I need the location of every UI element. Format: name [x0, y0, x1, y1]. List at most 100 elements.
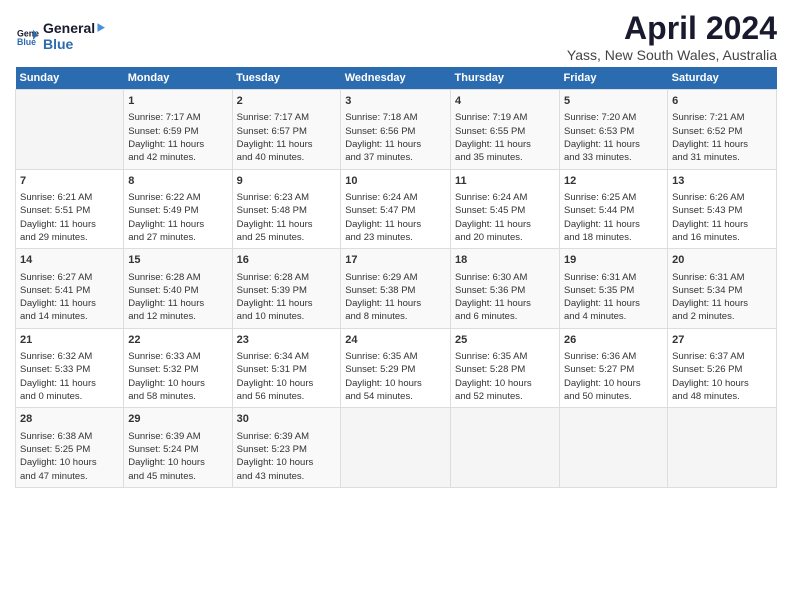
day-info-line: Daylight: 11 hours [20, 218, 119, 231]
day-number: 28 [20, 412, 119, 427]
logo-line1: General⯈ [43, 21, 106, 36]
day-info-line: Daylight: 10 hours [455, 377, 555, 390]
day-info-line: Sunrise: 7:21 AM [672, 111, 772, 124]
day-info-line: Sunrise: 6:28 AM [128, 271, 227, 284]
day-number: 8 [128, 174, 227, 189]
day-info-line: Sunset: 5:40 PM [128, 284, 227, 297]
day-info-line: Sunrise: 6:24 AM [345, 191, 446, 204]
day-info-line: Sunrise: 6:21 AM [20, 191, 119, 204]
day-info-line: Daylight: 10 hours [564, 377, 663, 390]
day-info-line: and 6 minutes. [455, 310, 555, 323]
weekday-header-monday: Monday [124, 67, 232, 90]
calendar-cell: 16Sunrise: 6:28 AMSunset: 5:39 PMDayligh… [232, 249, 341, 329]
calendar-cell: 10Sunrise: 6:24 AMSunset: 5:47 PMDayligh… [341, 169, 451, 249]
day-info-line: Sunset: 5:35 PM [564, 284, 663, 297]
day-info-line: Sunset: 6:53 PM [564, 125, 663, 138]
day-info-line: Sunrise: 6:36 AM [564, 350, 663, 363]
day-info-line: Daylight: 11 hours [672, 218, 772, 231]
logo-line2: Blue [43, 37, 106, 52]
day-number: 25 [455, 333, 555, 348]
day-number: 14 [20, 253, 119, 268]
weekday-header-friday: Friday [560, 67, 668, 90]
day-info-line: Sunset: 5:39 PM [237, 284, 337, 297]
day-info-line: Sunset: 6:55 PM [455, 125, 555, 138]
day-number: 22 [128, 333, 227, 348]
day-info-line: and 42 minutes. [128, 151, 227, 164]
day-number: 10 [345, 174, 446, 189]
calendar-cell: 11Sunrise: 6:24 AMSunset: 5:45 PMDayligh… [451, 169, 560, 249]
calendar-cell: 19Sunrise: 6:31 AMSunset: 5:35 PMDayligh… [560, 249, 668, 329]
day-info-line: Sunrise: 6:35 AM [455, 350, 555, 363]
day-info-line: Sunset: 5:31 PM [237, 363, 337, 376]
day-info-line: and 33 minutes. [564, 151, 663, 164]
calendar-cell: 9Sunrise: 6:23 AMSunset: 5:48 PMDaylight… [232, 169, 341, 249]
location-subtitle: Yass, New South Wales, Australia [567, 47, 777, 63]
weekday-header-saturday: Saturday [668, 67, 777, 90]
day-info-line: Sunset: 6:56 PM [345, 125, 446, 138]
day-info-line: Sunset: 6:57 PM [237, 125, 337, 138]
day-info-line: Sunset: 5:25 PM [20, 443, 119, 456]
calendar-cell [451, 408, 560, 488]
day-info-line: and 56 minutes. [237, 390, 337, 403]
day-info-line: and 8 minutes. [345, 310, 446, 323]
day-info-line: Sunset: 5:45 PM [455, 204, 555, 217]
weekday-header-thursday: Thursday [451, 67, 560, 90]
day-info-line: Sunrise: 7:17 AM [237, 111, 337, 124]
logo-icon: General Blue [17, 26, 39, 48]
calendar-cell: 29Sunrise: 6:39 AMSunset: 5:24 PMDayligh… [124, 408, 232, 488]
day-info-line: Daylight: 11 hours [237, 297, 337, 310]
day-info-line: and 20 minutes. [455, 231, 555, 244]
day-info-line: Daylight: 11 hours [455, 297, 555, 310]
day-info-line: and 52 minutes. [455, 390, 555, 403]
day-info-line: and 2 minutes. [672, 310, 772, 323]
day-info-line: Daylight: 10 hours [20, 456, 119, 469]
day-info-line: Sunset: 5:43 PM [672, 204, 772, 217]
calendar-cell: 26 Sunrise: 6:36 AMSunset: 5:27 PMDayligh… [560, 328, 668, 408]
day-info-line: Sunset: 5:27 PM [564, 363, 663, 376]
day-number: 29 [128, 412, 227, 427]
day-number: 30 [237, 412, 337, 427]
day-info-line: Sunrise: 6:30 AM [455, 271, 555, 284]
calendar-cell: 25Sunrise: 6:35 AMSunset: 5:28 PMDayligh… [451, 328, 560, 408]
day-info-line: Daylight: 11 hours [345, 138, 446, 151]
day-info-line: Sunrise: 6:23 AM [237, 191, 337, 204]
day-info-line: Sunrise: 6:22 AM [128, 191, 227, 204]
day-info-line: and 0 minutes. [20, 390, 119, 403]
day-number: 17 [345, 253, 446, 268]
weekday-header-row: SundayMondayTuesdayWednesdayThursdayFrid… [16, 67, 777, 90]
day-info-line: Daylight: 11 hours [128, 138, 227, 151]
day-info-line: and 25 minutes. [237, 231, 337, 244]
day-info-line: and 4 minutes. [564, 310, 663, 323]
day-number: 27 [672, 333, 772, 348]
day-info-line: and 27 minutes. [128, 231, 227, 244]
day-info-line: Sunset: 5:47 PM [345, 204, 446, 217]
day-info-line: and 10 minutes. [237, 310, 337, 323]
calendar-table: SundayMondayTuesdayWednesdayThursdayFrid… [15, 67, 777, 488]
calendar-cell: 12Sunrise: 6:25 AMSunset: 5:44 PMDayligh… [560, 169, 668, 249]
month-title: April 2024 [567, 10, 777, 47]
day-info-line: Sunset: 6:52 PM [672, 125, 772, 138]
day-info-line: Sunrise: 6:27 AM [20, 271, 119, 284]
day-info-line: Daylight: 11 hours [672, 297, 772, 310]
day-info-line: Sunrise: 7:17 AM [128, 111, 227, 124]
day-info-line: and 48 minutes. [672, 390, 772, 403]
day-info-line: Daylight: 11 hours [455, 218, 555, 231]
day-number: 7 [20, 174, 119, 189]
day-number: 24 [345, 333, 446, 348]
calendar-cell: 22Sunrise: 6:33 AMSunset: 5:32 PMDayligh… [124, 328, 232, 408]
day-number: 3 [345, 94, 446, 109]
day-info-line: Daylight: 10 hours [237, 456, 337, 469]
day-number: 21 [20, 333, 119, 348]
day-info-line: Sunrise: 7:19 AM [455, 111, 555, 124]
day-number: 26 [564, 333, 663, 348]
day-number: 13 [672, 174, 772, 189]
calendar-cell: 14Sunrise: 6:27 AMSunset: 5:41 PMDayligh… [16, 249, 124, 329]
day-info-line: Sunset: 5:29 PM [345, 363, 446, 376]
day-number: 12 [564, 174, 663, 189]
day-info-line: Sunset: 5:49 PM [128, 204, 227, 217]
day-info-line: Sunrise: 6:28 AM [237, 271, 337, 284]
day-info-line: Sunrise: 6:38 AM [20, 430, 119, 443]
day-number: 18 [455, 253, 555, 268]
day-info-line: Sunrise: 6:25 AM [564, 191, 663, 204]
calendar-cell [16, 90, 124, 170]
